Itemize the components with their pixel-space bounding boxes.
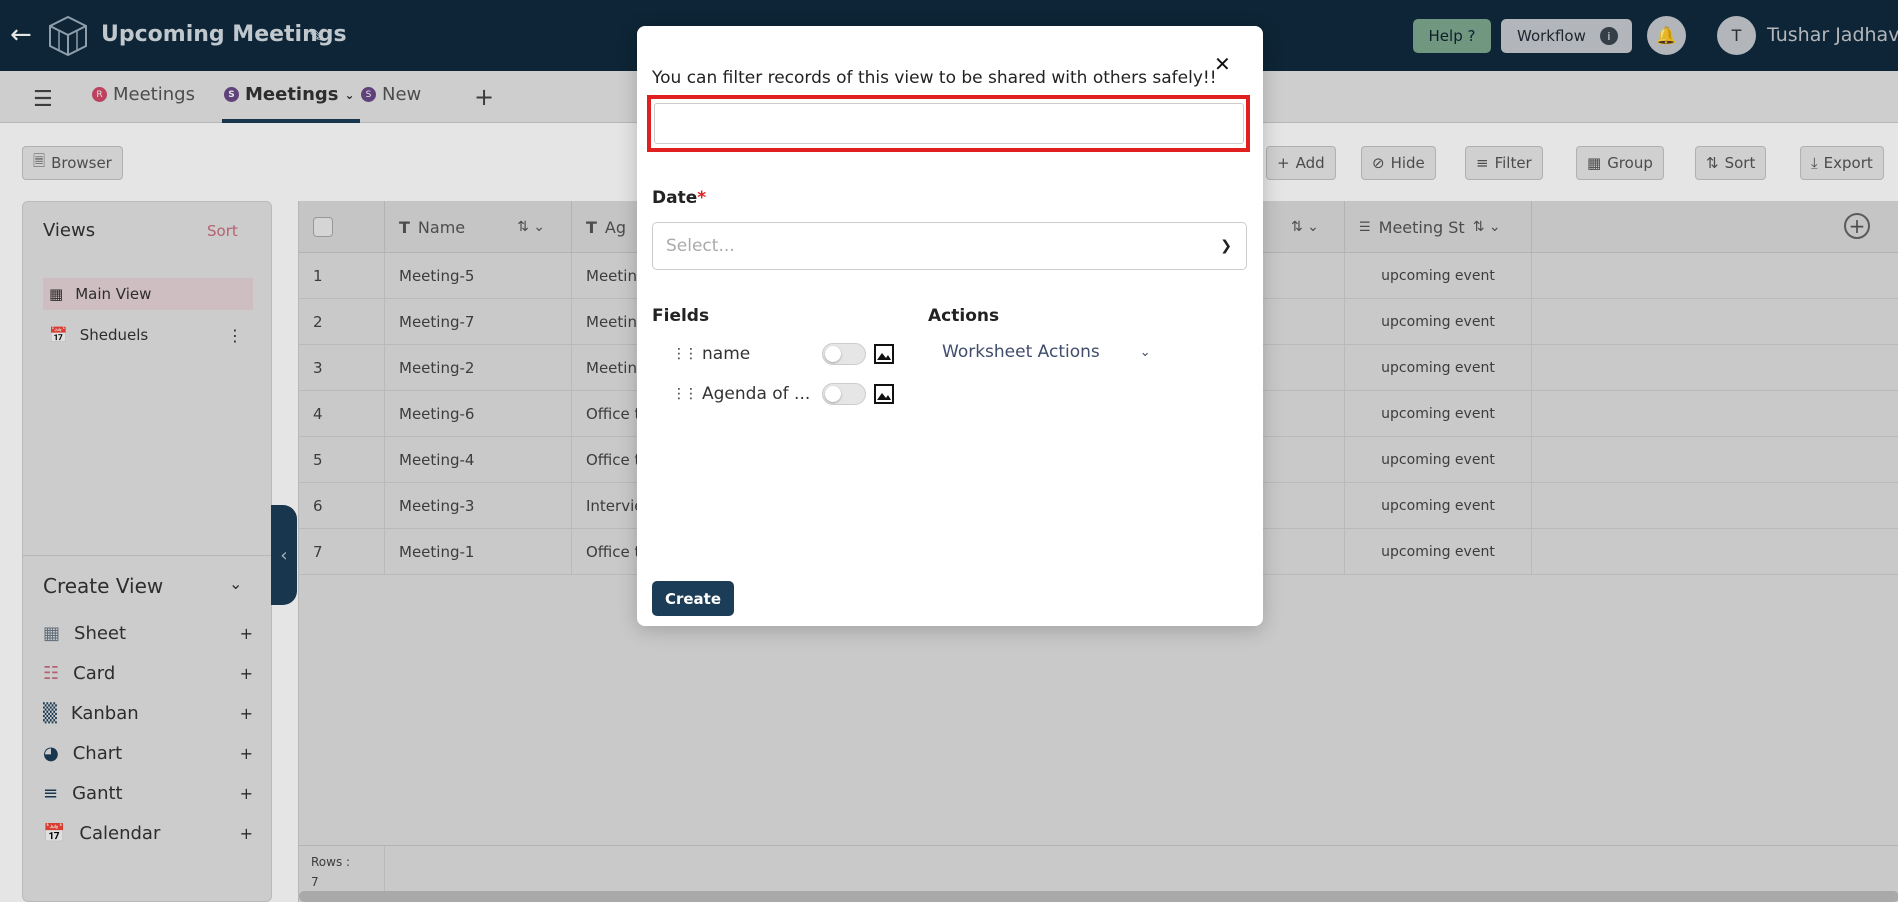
- share-view-modal: ✕ You can filter records of this view to…: [637, 26, 1263, 626]
- view-name-input[interactable]: [654, 103, 1244, 144]
- field-name: name: [702, 344, 751, 364]
- worksheet-actions-label: Worksheet Actions: [942, 342, 1100, 362]
- date-label-text: Date: [652, 188, 698, 208]
- required-asterisk: *: [697, 188, 707, 208]
- field-row-name: ⋮⋮ name: [672, 339, 912, 369]
- worksheet-actions-dropdown[interactable]: Worksheet Actions ⌄: [942, 342, 1151, 362]
- chevron-down-icon: ⌄: [1139, 344, 1151, 360]
- create-button[interactable]: Create: [652, 581, 734, 616]
- field-toggle[interactable]: [822, 343, 866, 365]
- field-name: Agenda of ...: [702, 384, 811, 404]
- field-toggle[interactable]: [822, 383, 866, 405]
- actions-label: Actions: [928, 306, 1000, 326]
- drag-handle-icon[interactable]: ⋮⋮: [672, 346, 698, 362]
- date-label: Date*: [652, 188, 706, 208]
- modal-message: You can filter records of this view to b…: [652, 68, 1217, 88]
- drag-handle-icon[interactable]: ⋮⋮: [672, 386, 698, 402]
- fields-label: Fields: [652, 306, 710, 326]
- chevron-down-icon: ❯: [1220, 238, 1232, 254]
- image-icon[interactable]: [874, 344, 894, 364]
- date-select[interactable]: Select... ❯: [652, 222, 1247, 270]
- image-icon[interactable]: [874, 384, 894, 404]
- field-row-agenda: ⋮⋮ Agenda of ...: [672, 379, 912, 409]
- date-placeholder: Select...: [666, 236, 735, 256]
